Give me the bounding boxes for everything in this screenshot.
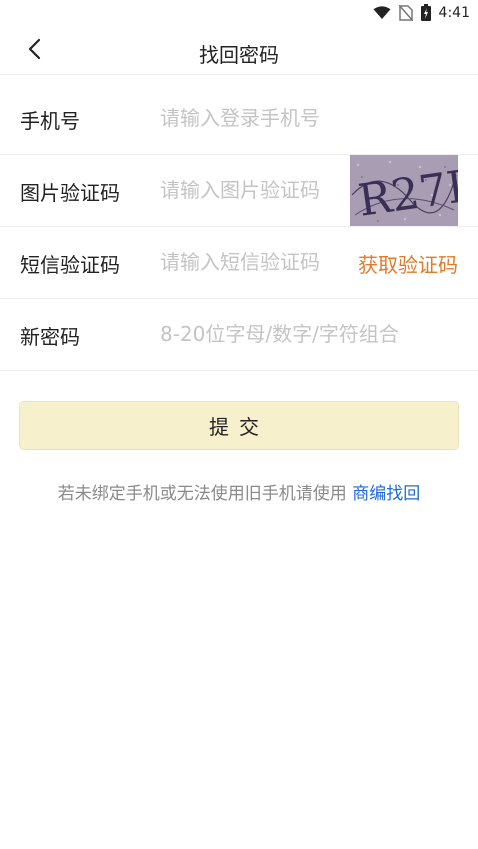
captcha-label: 图片验证码 (20, 181, 120, 205)
sms-row: 短信验证码 获取验证码 (0, 227, 478, 299)
captcha-input[interactable] (160, 174, 340, 206)
sms-label: 短信验证码 (20, 253, 120, 277)
captcha-noise: R27L (350, 155, 458, 226)
header: 找回密码 (0, 26, 478, 75)
footer-text: 若未绑定手机或无法使用旧手机请使用 (57, 484, 347, 504)
get-sms-code-button[interactable]: 获取验证码 (358, 249, 458, 278)
password-row: 新密码 (0, 299, 478, 371)
sms-code-input[interactable] (160, 246, 340, 278)
submit-button[interactable]: 提交 (19, 401, 459, 450)
footer-note: 若未绑定手机或无法使用旧手机请使用 商编找回 (0, 479, 478, 504)
captcha-row: 图片验证码 R27L (0, 155, 478, 227)
page-title: 找回密码 (199, 43, 279, 67)
no-sim-icon (398, 4, 413, 21)
status-icons: 4:41 (373, 4, 470, 21)
captcha-image[interactable]: R27L (350, 155, 458, 226)
status-time: 4:41 (438, 4, 470, 21)
phone-label: 手机号 (20, 109, 80, 133)
merchant-recovery-link[interactable]: 商编找回 (352, 484, 420, 504)
phone-input[interactable] (160, 102, 450, 134)
phone-row: 手机号 (0, 83, 478, 155)
new-password-input[interactable] (160, 318, 450, 350)
password-label: 新密码 (20, 325, 80, 349)
battery-icon (420, 4, 431, 21)
status-bar: 4:41 (0, 0, 478, 26)
wifi-icon (373, 5, 391, 19)
